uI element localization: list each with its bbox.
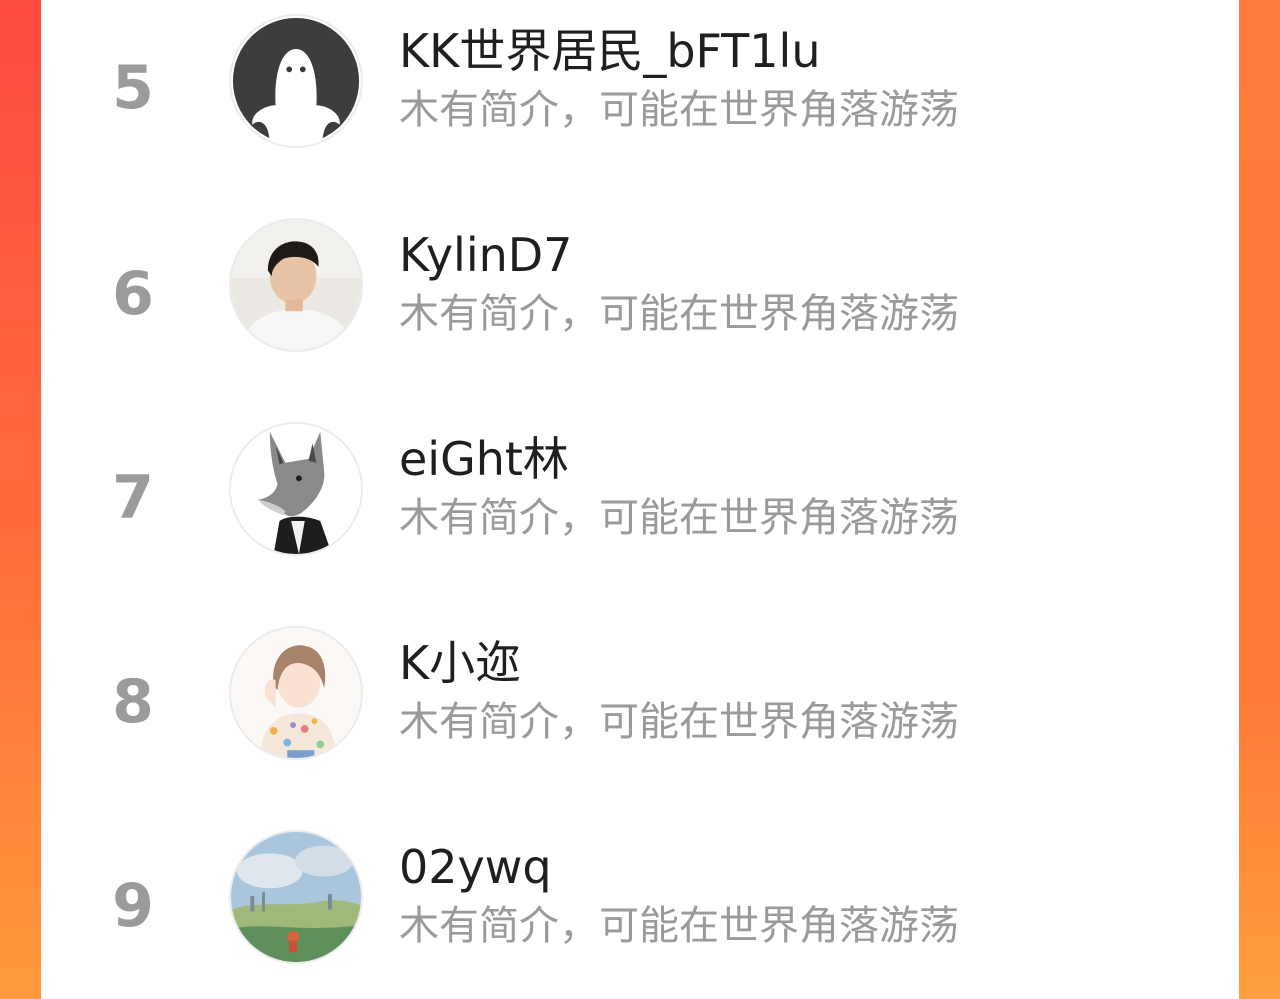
ranking-row[interactable]: 5 KK世界居民_bFT1lu 木有简介，可能在世界角落游荡 (41, 0, 1239, 204)
right-edge-background (1239, 0, 1280, 999)
user-name[interactable]: 02ywq (399, 844, 552, 890)
ranking-row[interactable]: 6 KylinD7 木有简介，可能在世界角落游荡 (41, 204, 1239, 408)
photo-man-avatar-icon[interactable] (229, 218, 363, 352)
user-bio: 木有简介，可能在世界角落游荡 (399, 87, 959, 133)
default-ghost-avatar-icon[interactable] (229, 14, 363, 148)
ranking-row[interactable]: 8 K小迩 木有简介，可能在世界角落游荡 (41, 612, 1239, 816)
illustrated-girl-avatar-icon[interactable] (229, 626, 363, 760)
landscape-painting-avatar-icon-graphic (231, 832, 361, 962)
ranking-row[interactable]: 7 eiGht林 木有简介，可能在世界角落游荡 (41, 408, 1239, 612)
rank-number: 5 (112, 53, 154, 123)
rank-number: 8 (112, 667, 154, 737)
user-bio: 木有简介，可能在世界角落游荡 (399, 699, 959, 745)
user-bio: 木有简介，可能在世界角落游荡 (399, 903, 959, 949)
default-ghost-avatar-icon-graphic (232, 17, 360, 146)
photo-man-avatar-icon-graphic (231, 220, 361, 350)
fox-suit-avatar-icon[interactable] (229, 422, 363, 556)
ranking-list-panel[interactable]: 5 KK世界居民_bFT1lu 木有简介，可能在世界角落游荡 6 KylinD7… (41, 0, 1239, 999)
user-name[interactable]: K小迩 (399, 640, 521, 686)
rank-number: 9 (112, 871, 154, 941)
landscape-painting-avatar-icon[interactable] (229, 830, 363, 964)
user-bio: 木有简介，可能在世界角落游荡 (399, 291, 959, 337)
ranking-row[interactable]: 9 02ywq 木有简介，可能在世界角落游荡 (41, 816, 1239, 999)
rank-number: 7 (112, 463, 154, 533)
user-bio: 木有简介，可能在世界角落游荡 (399, 495, 959, 541)
user-name[interactable]: eiGht林 (399, 436, 569, 482)
fox-suit-avatar-icon-graphic (231, 424, 361, 554)
illustrated-girl-avatar-icon-graphic (231, 628, 361, 758)
user-name[interactable]: KK世界居民_bFT1lu (399, 28, 820, 74)
rank-number: 6 (112, 259, 154, 329)
user-name[interactable]: KylinD7 (399, 232, 572, 278)
